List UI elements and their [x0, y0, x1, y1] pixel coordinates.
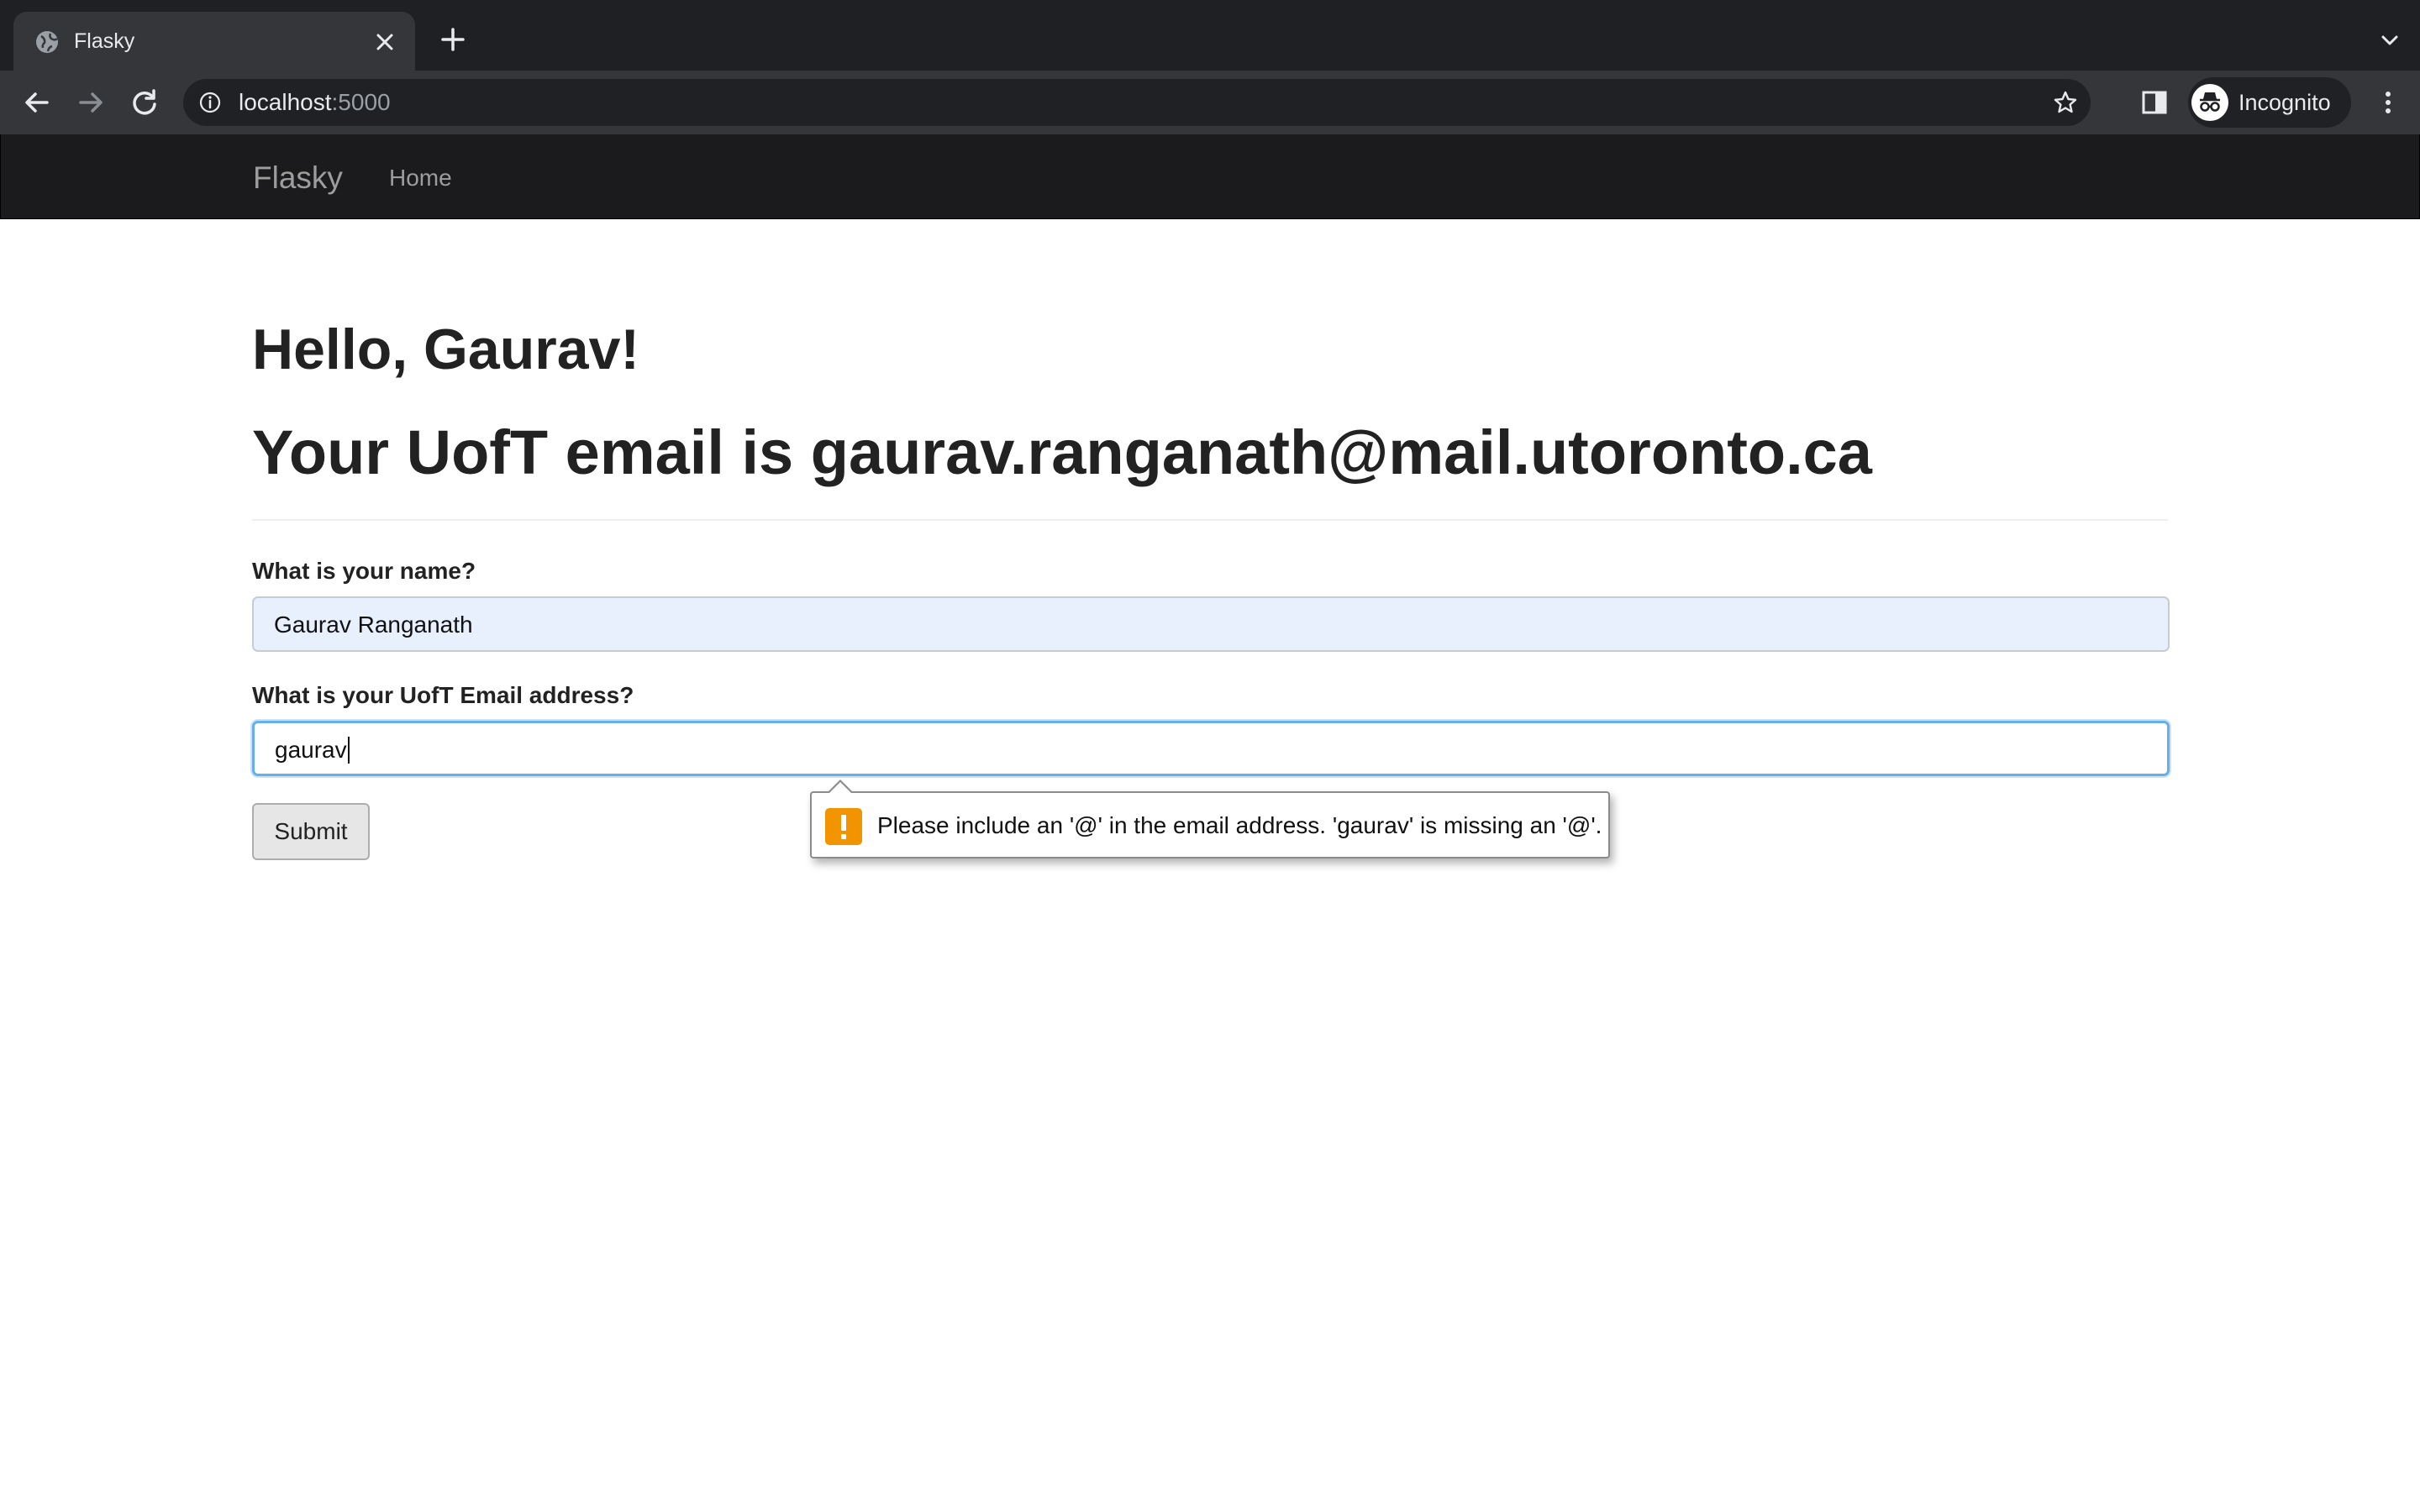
warning-icon [825, 808, 862, 845]
incognito-label: Incognito [2238, 90, 2331, 115]
site-navbar: Flasky Home [0, 134, 2420, 219]
greeting-heading: Hello, Gaurav! [252, 318, 640, 381]
reload-icon[interactable] [128, 86, 161, 119]
incognito-profile-button[interactable]: Incognito [2188, 77, 2351, 128]
star-icon[interactable] [2052, 89, 2079, 116]
browser-toolbar: localhost:5000 Incognito [0, 71, 2420, 134]
url-port: :5000 [331, 89, 391, 115]
tab-title: Flasky [74, 29, 135, 53]
url-text[interactable]: localhost:5000 [239, 88, 391, 117]
address-bar[interactable]: localhost:5000 [183, 79, 2091, 126]
close-icon[interactable] [373, 30, 397, 54]
email-heading: Your UofT email is gaurav.ranganath@mail… [252, 417, 1872, 487]
name-label: What is your name? [252, 558, 476, 584]
browser-tab[interactable]: Flasky [13, 12, 415, 71]
submit-button[interactable]: Submit [252, 803, 370, 860]
chevron-down-icon[interactable] [2378, 29, 2402, 52]
email-input-value: gaurav [275, 737, 347, 763]
globe-icon [36, 31, 58, 53]
navbar-brand[interactable]: Flasky [253, 160, 343, 197]
forward-arrow-icon[interactable] [74, 86, 108, 119]
name-input[interactable]: Gaurav Ranganath [252, 596, 2170, 652]
divider [252, 519, 2168, 521]
incognito-icon [2200, 92, 2220, 112]
validation-tooltip: Please include an '@' in the email addre… [810, 780, 1610, 858]
email-label: What is your UofT Email address? [252, 682, 634, 708]
more-vert-icon[interactable] [2371, 86, 2405, 119]
url-host: localhost [239, 89, 332, 115]
info-icon[interactable] [198, 91, 222, 114]
text-caret [347, 736, 350, 764]
avatar [2191, 84, 2228, 121]
back-arrow-icon[interactable] [20, 86, 54, 119]
plus-icon[interactable] [439, 25, 467, 54]
browser-tab-strip: Flasky [0, 0, 2420, 71]
email-input[interactable]: gaurav [252, 721, 2170, 776]
validation-message: Please include an '@' in the email addre… [877, 812, 1602, 838]
nav-link-home[interactable]: Home [389, 163, 452, 193]
side-panel-icon[interactable] [2139, 87, 2170, 118]
